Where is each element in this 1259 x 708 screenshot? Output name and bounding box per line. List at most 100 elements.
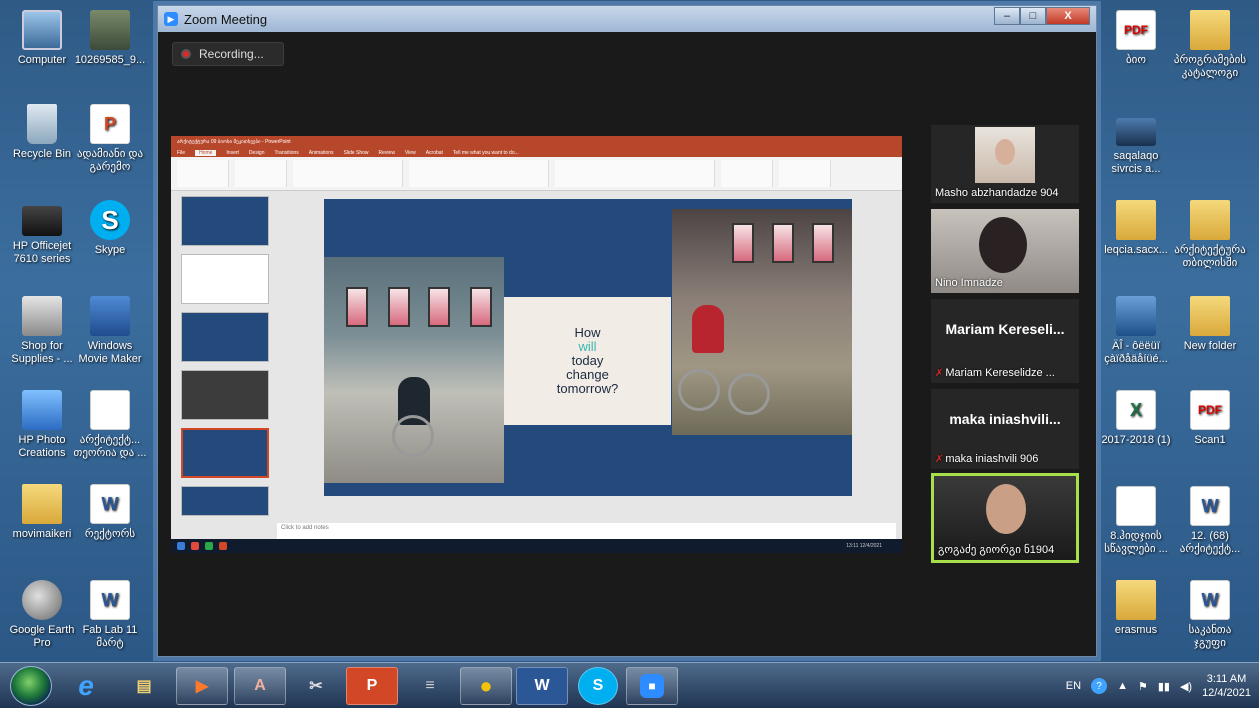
- desktop-icon-movimaikeri[interactable]: movimaikeri: [4, 484, 80, 541]
- ppt-main-area: How will today change tomorrow? Click to…: [171, 192, 902, 539]
- desktop-icon-scan1[interactable]: PDF Scan1: [1172, 390, 1248, 447]
- taskbar-clock[interactable]: 3:11 AM 12/4/2021: [1202, 672, 1251, 700]
- flag-icon[interactable]: ⚑: [1138, 680, 1148, 693]
- skype-taskbar-icon[interactable]: S: [578, 667, 618, 705]
- volume-icon[interactable]: ◀): [1180, 680, 1192, 693]
- shared-taskbar-icon: [177, 542, 185, 550]
- mic-muted-icon: ✗: [935, 454, 944, 465]
- zoom-titlebar[interactable]: ▶ Zoom Meeting – □ X: [158, 6, 1096, 32]
- ppt-ribbon-tabs: File Home Insert Design Transitions Anim…: [171, 148, 902, 157]
- participant-tile-1[interactable]: Masho abzhandadze 904: [931, 125, 1079, 203]
- word-file-icon: W: [90, 484, 130, 524]
- word-file-icon: W: [1190, 486, 1230, 526]
- recording-dot-icon: [181, 49, 191, 59]
- ppt-tab-insert: Insert: [226, 149, 239, 156]
- desktop-icon-excel[interactable]: X 2017-2018 (1): [1098, 390, 1174, 447]
- desktop-icon-computer[interactable]: Computer: [4, 10, 80, 67]
- chrome-icon[interactable]: ●: [460, 667, 512, 705]
- ppt-tab-review: Review: [378, 149, 395, 156]
- hp-photo-icon: [22, 390, 62, 430]
- desktop-icon-lecture-ppt[interactable]: 8.ჰიდჯიის სწავლები ...: [1098, 486, 1174, 556]
- participant-caption: ✗ Mariam Kereselidze ...: [935, 367, 1055, 379]
- word-icon[interactable]: W: [516, 667, 568, 705]
- ppt-tab-home: Home: [195, 149, 217, 156]
- window-controls: – □ X: [994, 7, 1090, 25]
- desktop-icon-word-arch[interactable]: W 12. (68) არქიტექტ...: [1172, 486, 1248, 556]
- desktop-icon-ppt-1[interactable]: P ადამიანი და გარემო: [72, 104, 148, 174]
- participant-tile-4[interactable]: maka iniashvili... ✗ maka iniashvili 906: [931, 389, 1079, 469]
- slide-text-will: will: [578, 339, 597, 354]
- image-file-icon: [90, 10, 130, 50]
- participant-name: Masho abzhandadze 904: [935, 187, 1059, 199]
- tray-expand-icon[interactable]: ▲: [1117, 680, 1128, 692]
- folder-icon: [1116, 200, 1156, 240]
- recording-indicator[interactable]: Recording...: [172, 42, 284, 66]
- desktop-icon-printer[interactable]: HP Officejet 7610 series: [4, 200, 80, 266]
- desktop-icon-architecture-tbilisi[interactable]: არქიტექტურა თბილისში: [1172, 200, 1248, 270]
- slide-thumb-2: [181, 254, 269, 304]
- desktop-icon-image[interactable]: 10269585_9...: [72, 10, 148, 67]
- network-icon[interactable]: ▮▮: [1158, 680, 1170, 693]
- desktop-icon-new-folder[interactable]: New folder: [1172, 296, 1248, 353]
- ribbon-group-slides: [235, 160, 287, 187]
- participant-tile-2[interactable]: Nino Imnadze: [931, 209, 1079, 293]
- participant-tile-5-active-speaker[interactable]: გოგაძე გიორგი ნ1904: [931, 473, 1079, 563]
- slide-text-how: How: [574, 325, 601, 340]
- desktop-icon-leqcia[interactable]: leqcia.sacx...: [1098, 200, 1174, 257]
- explorer-icon[interactable]: ▤: [118, 667, 170, 705]
- ppt-tab-design: Design: [248, 149, 265, 156]
- snipping-icon[interactable]: ✂: [290, 667, 342, 705]
- participant-tile-3[interactable]: Mariam Kereseli... ✗ Mariam Kereselidze .…: [931, 299, 1079, 383]
- slide-thumb-5: [181, 428, 269, 478]
- participant-face: [979, 217, 1027, 273]
- powerpoint-file-icon: [90, 390, 130, 430]
- folder-icon: [22, 484, 62, 524]
- language-indicator[interactable]: EN: [1066, 680, 1081, 692]
- ie-icon[interactable]: e: [60, 667, 112, 705]
- desktop-icon-google-earth[interactable]: Google Earth Pro: [4, 580, 80, 650]
- participant-caption-text: Mariam Kereselidze ...: [945, 367, 1055, 379]
- start-button[interactable]: [10, 666, 52, 706]
- desktop-icon-skype[interactable]: S Skype: [72, 200, 148, 257]
- zoom-taskbar-icon[interactable]: ■: [626, 667, 678, 705]
- shared-screen[interactable]: არქიტექტურა 09 ბიოსი შეკითხვები - PowerP…: [171, 136, 902, 553]
- desktop-icon-catalog[interactable]: პროგრამების კატალოგი: [1172, 10, 1248, 80]
- wheelchair-wheel: [728, 373, 770, 415]
- minimize-button[interactable]: –: [994, 7, 1020, 25]
- desktop-icon-word-1[interactable]: W რექტორს: [72, 484, 148, 541]
- desktop-icon-recycle-bin[interactable]: Recycle Bin: [4, 104, 80, 161]
- desktop-icon-saqalaqo[interactable]: saqalaqo sivrcis a...: [1098, 110, 1174, 176]
- powerpoint-icon[interactable]: P: [346, 667, 398, 705]
- desktop-icon-bio[interactable]: PDF ბიო: [1098, 10, 1174, 67]
- folder-icon: [1190, 200, 1230, 240]
- poster-image: [812, 223, 834, 263]
- desktop-icon-word-group[interactable]: W საკანთა ჯგუფი: [1172, 580, 1248, 650]
- computer-icon: [22, 10, 62, 50]
- desktop-icon-word-2[interactable]: W Fab Lab 11 მარტ: [72, 580, 148, 650]
- media-player-icon[interactable]: ▶: [176, 667, 228, 705]
- recycle-bin-icon: [27, 104, 57, 144]
- scanner-icon[interactable]: ≡: [404, 667, 456, 705]
- desktop-icon-ppt-2[interactable]: არქიტექტ... თეორია და ...: [72, 390, 148, 460]
- powerpoint-file-icon: P: [90, 104, 130, 144]
- desktop-icon-erasmus[interactable]: erasmus: [1098, 580, 1174, 637]
- desktop-icon-shop[interactable]: Shop for Supplies - ...: [4, 296, 80, 366]
- ribbon-group-clipboard: [177, 160, 229, 187]
- ppt-tab-view: View: [404, 149, 416, 156]
- poster-image: [732, 223, 754, 263]
- archicad-icon[interactable]: A: [234, 667, 286, 705]
- shared-clock: 13:11 12/4/2021: [846, 543, 882, 549]
- desktop-icon-movie-maker[interactable]: Windows Movie Maker: [72, 296, 148, 366]
- desktop-icon-video[interactable]: ÄÎ - ôëëüï çàïðåäåíüé...: [1098, 296, 1174, 366]
- participant-face: [986, 484, 1026, 534]
- google-earth-icon: [22, 580, 62, 620]
- maximize-button[interactable]: □: [1020, 7, 1046, 25]
- slide-thumb-6: [181, 486, 269, 516]
- zoom-app-icon: ■: [640, 674, 664, 698]
- powerpoint-file-icon: [1116, 118, 1156, 146]
- desktop-icon-hp-photo[interactable]: HP Photo Creations: [4, 390, 80, 460]
- help-icon[interactable]: ?: [1091, 678, 1108, 694]
- windows-taskbar: e ▤ ▶ A ✂ P ≡ ● W S ■ EN ? ▲ ⚑ ▮▮ ◀) 3:1…: [0, 662, 1259, 708]
- zoom-window-title: Zoom Meeting: [184, 11, 268, 27]
- close-button[interactable]: X: [1046, 7, 1090, 25]
